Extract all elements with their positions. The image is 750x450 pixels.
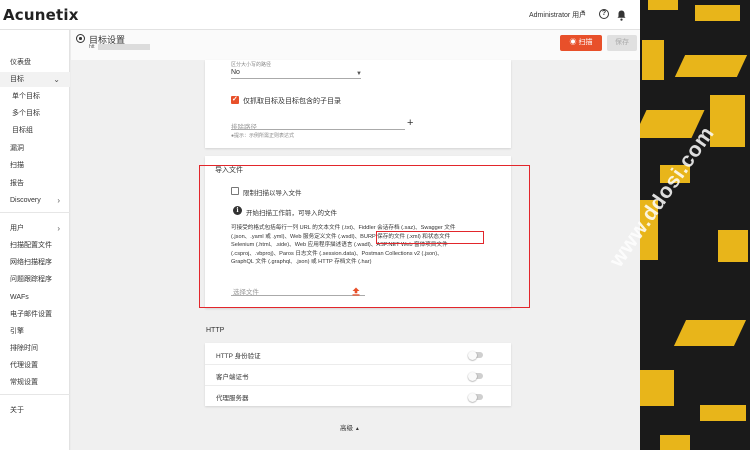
advanced-label: 高级 [340,425,353,432]
chevron-down-icon: ⌄ [53,75,60,84]
advanced-toggle[interactable]: 高级 ▲ [340,422,360,432]
sidebar-item-dashboard[interactable]: 仪表盘 [0,55,70,70]
target-icon [76,34,85,43]
highlight-box-burp [376,231,484,244]
sidebar-item-label: 扫描 [10,162,24,169]
sidebar-item-label: 用户 [10,225,24,232]
user-menu[interactable]: Administrator 用户 [529,10,586,20]
decorative-shape [718,230,748,262]
target-address: htt [89,44,95,50]
add-icon[interactable]: + [407,117,413,129]
sidebar-item-label: 代理设置 [10,362,38,369]
exclude-hint: ●提示：示例所需正则表达式 [231,133,295,139]
sidebar-item-label: 排除时间 [10,345,38,352]
http-auth-label: HTTP 身份验证 [216,353,261,360]
sidebar-item-network-scanner[interactable]: 网络扫描程序 [0,255,70,270]
sidebar-item-engines[interactable]: 引擎 [0,324,70,339]
sidebar-item-users[interactable]: 用户 › [0,221,70,236]
sidebar-item-label: 多个目标 [12,110,40,117]
sidebar-item-label: 仪表盘 [10,59,31,66]
sidebar-item-label: 电子邮件设置 [10,311,52,318]
sidebar-item-label: 常规设置 [10,379,38,386]
redacted-address [98,44,150,50]
bell-icon[interactable] [617,8,626,26]
sidebar-item-label: 目标 [10,76,24,83]
client-cert-toggle[interactable] [468,371,483,381]
chevron-right-icon: › [57,196,60,205]
page-header: 目标设置 htt ◉ 扫描 保存 [71,30,640,60]
sidebar-item-label: WAFs [10,294,29,301]
select-underline [231,78,361,79]
include-subdirs-checkbox[interactable] [231,95,239,104]
decorative-shape [674,55,748,77]
case-sensitive-label: 区分大小写的路径 [231,62,272,68]
divider [205,364,511,365]
sidebar-item-label: 单个目标 [12,93,40,100]
case-sensitive-select[interactable]: No [231,69,240,76]
scan-button-label: 扫描 [578,39,593,46]
sidebar-item-label: 引擎 [10,328,24,335]
proxy-server-label: 代理服务器 [216,395,249,402]
chevron-up-icon: ▲ [354,426,360,432]
crawl-settings-card: 区分大小写的路径 No ▼ 仅抓取目标及目标包含的子目录 排除路径 + ●提示：… [205,60,511,148]
chevron-right-icon: › [57,224,60,233]
decorative-shape [660,435,690,450]
sidebar-item-single-target[interactable]: 单个目标 [0,89,70,104]
sidebar-item-label: 报告 [10,180,24,187]
scan-button[interactable]: ◉ 扫描 [560,35,602,51]
sidebar-item-label: 漏洞 [10,145,24,152]
sidebar-item-vulnerabilities[interactable]: 漏洞 [0,141,70,156]
http-settings-card: HTTP 身份验证 客户端证书 代理服务器 [205,343,511,406]
decorative-shape [700,405,746,421]
app-logo[interactable]: Acunetix [3,6,79,24]
sidebar-item-email-settings[interactable]: 电子邮件设置 [0,307,70,322]
sidebar-item-label: 问题跟踪程序 [10,276,52,283]
sidebar-item-target-groups[interactable]: 目标组 [0,123,70,138]
input-underline [231,129,405,130]
sidebar-item-label: 目标组 [12,127,33,134]
sidebar-item-label: 网络扫描程序 [10,259,52,266]
sidebar-item-label: 扫描配置文件 [10,242,52,249]
sidebar-item-excluded-hours[interactable]: 排除时间 [0,341,70,356]
sidebar-item-proxy-settings[interactable]: 代理设置 [0,358,70,373]
chevron-down-icon: ▼ [356,71,362,77]
save-button[interactable]: 保存 [607,35,637,51]
sidebar: 仪表盘 目标 ⌄ 单个目标 多个目标 目标组 漏洞 扫描 报告 Discovery… [0,30,70,450]
divider [0,212,70,213]
decorative-shape [695,5,740,21]
decorative-shape [642,40,664,80]
sidebar-item-label: Discovery [10,197,41,204]
sidebar-item-general-settings[interactable]: 常规设置 [0,375,70,390]
divider [0,394,70,395]
radar-icon: ◉ [569,39,577,46]
sidebar-item-multiple-targets[interactable]: 多个目标 [0,106,70,121]
http-auth-toggle[interactable] [468,350,483,360]
sidebar-item-wafs[interactable]: WAFs [0,290,70,305]
sidebar-item-scan-profiles[interactable]: 扫描配置文件 [0,238,70,253]
include-subdirs-label: 仅抓取目标及目标包含的子目录 [243,98,341,105]
divider [205,385,511,386]
sidebar-item-scans[interactable]: 扫描 [0,158,70,173]
sidebar-item-issue-trackers[interactable]: 问题跟踪程序 [0,272,70,287]
sidebar-item-discovery[interactable]: Discovery › [0,193,70,208]
sidebar-item-about[interactable]: 关于 [0,403,70,418]
top-bar: Acunetix Administrator 用户 ▼ ? [0,0,640,30]
sidebar-item-targets[interactable]: 目标 ⌄ [0,72,70,87]
sidebar-item-reports[interactable]: 报告 [0,176,70,191]
sidebar-item-label: 关于 [10,407,24,414]
client-cert-label: 客户端证书 [216,374,249,381]
chevron-down-icon[interactable]: ▼ [580,10,586,16]
help-icon[interactable]: ? [599,9,609,19]
decorative-shape [640,370,674,406]
decorative-shape [648,0,678,10]
decorative-shape [673,320,747,346]
proxy-server-toggle[interactable] [468,392,483,402]
http-section-title: HTTP [206,327,225,334]
